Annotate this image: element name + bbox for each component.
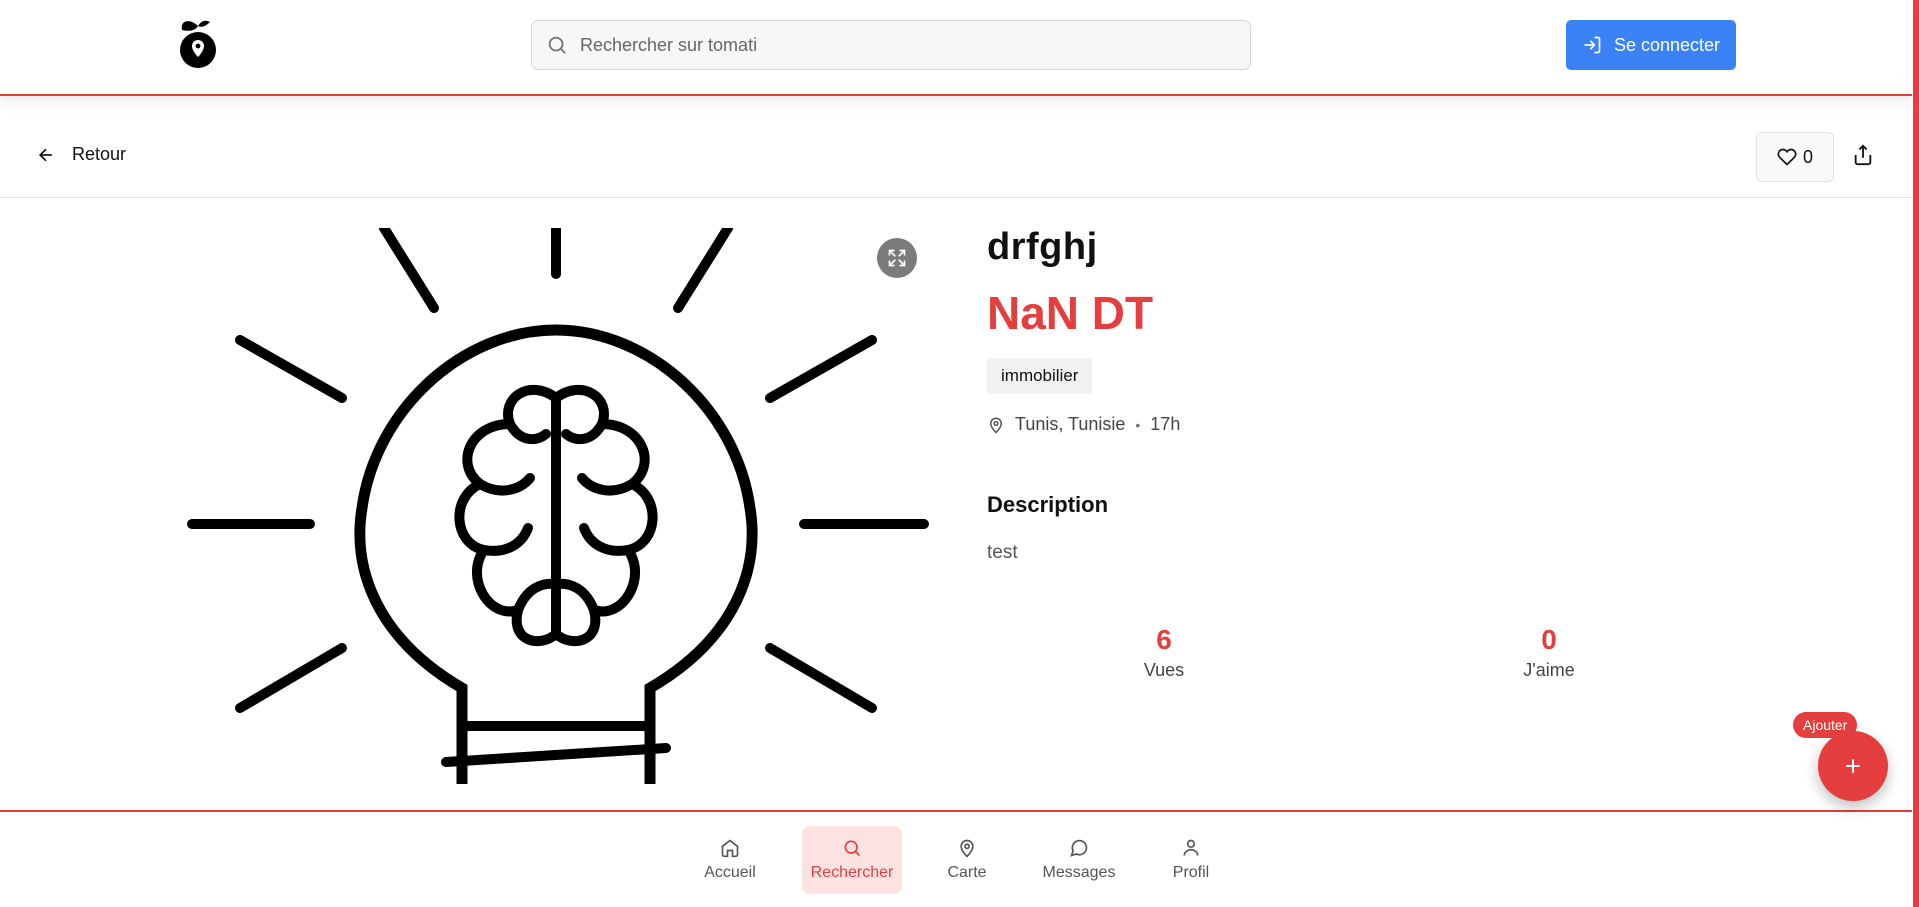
stat-likes: 0 J'aime bbox=[1489, 624, 1609, 681]
back-button[interactable]: Retour bbox=[36, 144, 126, 165]
stat-views: 6 Vues bbox=[1104, 624, 1224, 681]
nav-label-accueil: Accueil bbox=[704, 864, 756, 881]
user-icon bbox=[1183, 839, 1199, 856]
nav-label-carte: Carte bbox=[947, 864, 987, 881]
listing-title: drfghj bbox=[987, 226, 1098, 268]
map-pin-icon bbox=[989, 417, 1003, 434]
share-button[interactable] bbox=[1852, 144, 1882, 174]
app-logo[interactable] bbox=[176, 14, 220, 74]
description-heading: Description bbox=[987, 492, 1109, 517]
heart-icon bbox=[1777, 148, 1797, 166]
search-bar[interactable] bbox=[531, 20, 1251, 70]
nav-item-carte[interactable]: Carte bbox=[934, 826, 1000, 894]
search-icon bbox=[548, 36, 566, 54]
expand-image-button[interactable] bbox=[877, 238, 917, 278]
listing-price: NaN DT bbox=[987, 287, 1154, 339]
category-badge: immobilier bbox=[987, 358, 1093, 394]
add-listing-button[interactable] bbox=[1818, 731, 1888, 801]
meta-separator: • bbox=[1135, 416, 1141, 433]
nav-item-accueil[interactable]: Accueil bbox=[694, 826, 766, 894]
like-button[interactable]: 0 bbox=[1756, 132, 1834, 182]
nav-label-profil: Profil bbox=[1172, 864, 1210, 881]
stat-views-value: 6 bbox=[1156, 624, 1172, 655]
home-icon bbox=[721, 839, 739, 858]
message-icon bbox=[1070, 839, 1088, 857]
lightbulb-brain-illustration bbox=[187, 228, 929, 784]
nav-item-rechercher[interactable]: Rechercher bbox=[802, 826, 902, 894]
back-label: Retour bbox=[72, 144, 127, 164]
description-text: test bbox=[987, 542, 1018, 563]
listing-time: 17h bbox=[1150, 414, 1181, 434]
expand-icon bbox=[888, 249, 906, 267]
login-button[interactable]: Se connecter bbox=[1566, 20, 1736, 70]
search-icon bbox=[844, 840, 861, 857]
listing-image[interactable] bbox=[180, 228, 930, 784]
top-header: Se connecter bbox=[0, 0, 1912, 96]
arrow-left-icon bbox=[38, 148, 52, 161]
stat-likes-value: 0 bbox=[1541, 624, 1557, 655]
search-input[interactable] bbox=[580, 34, 1230, 56]
listing-meta: Tunis, Tunisie • 17h bbox=[987, 414, 1180, 435]
nav-item-messages[interactable]: Messages bbox=[1036, 826, 1122, 894]
login-label: Se connecter bbox=[1613, 34, 1721, 55]
detail-toolbar: Retour 0 bbox=[0, 108, 1912, 198]
plus-icon bbox=[1846, 759, 1860, 773]
login-icon bbox=[1584, 36, 1601, 54]
stat-likes-label: J'aime bbox=[1523, 660, 1575, 680]
like-count: 0 bbox=[1802, 146, 1813, 167]
fab-label[interactable]: Ajouter bbox=[1793, 712, 1858, 738]
nav-label-rechercher: Rechercher bbox=[810, 864, 894, 881]
nav-label-messages: Messages bbox=[1042, 864, 1116, 881]
bottom-navigation: Accueil Rechercher Carte Messages Profil bbox=[0, 810, 1912, 907]
stat-views-label: Vues bbox=[1143, 660, 1185, 680]
share-icon bbox=[1854, 144, 1872, 166]
nav-item-profil[interactable]: Profil bbox=[1160, 826, 1222, 894]
page-edge-accent bbox=[1913, 0, 1919, 907]
map-pin-icon bbox=[960, 839, 974, 858]
listing-location: Tunis, Tunisie bbox=[1015, 414, 1126, 434]
